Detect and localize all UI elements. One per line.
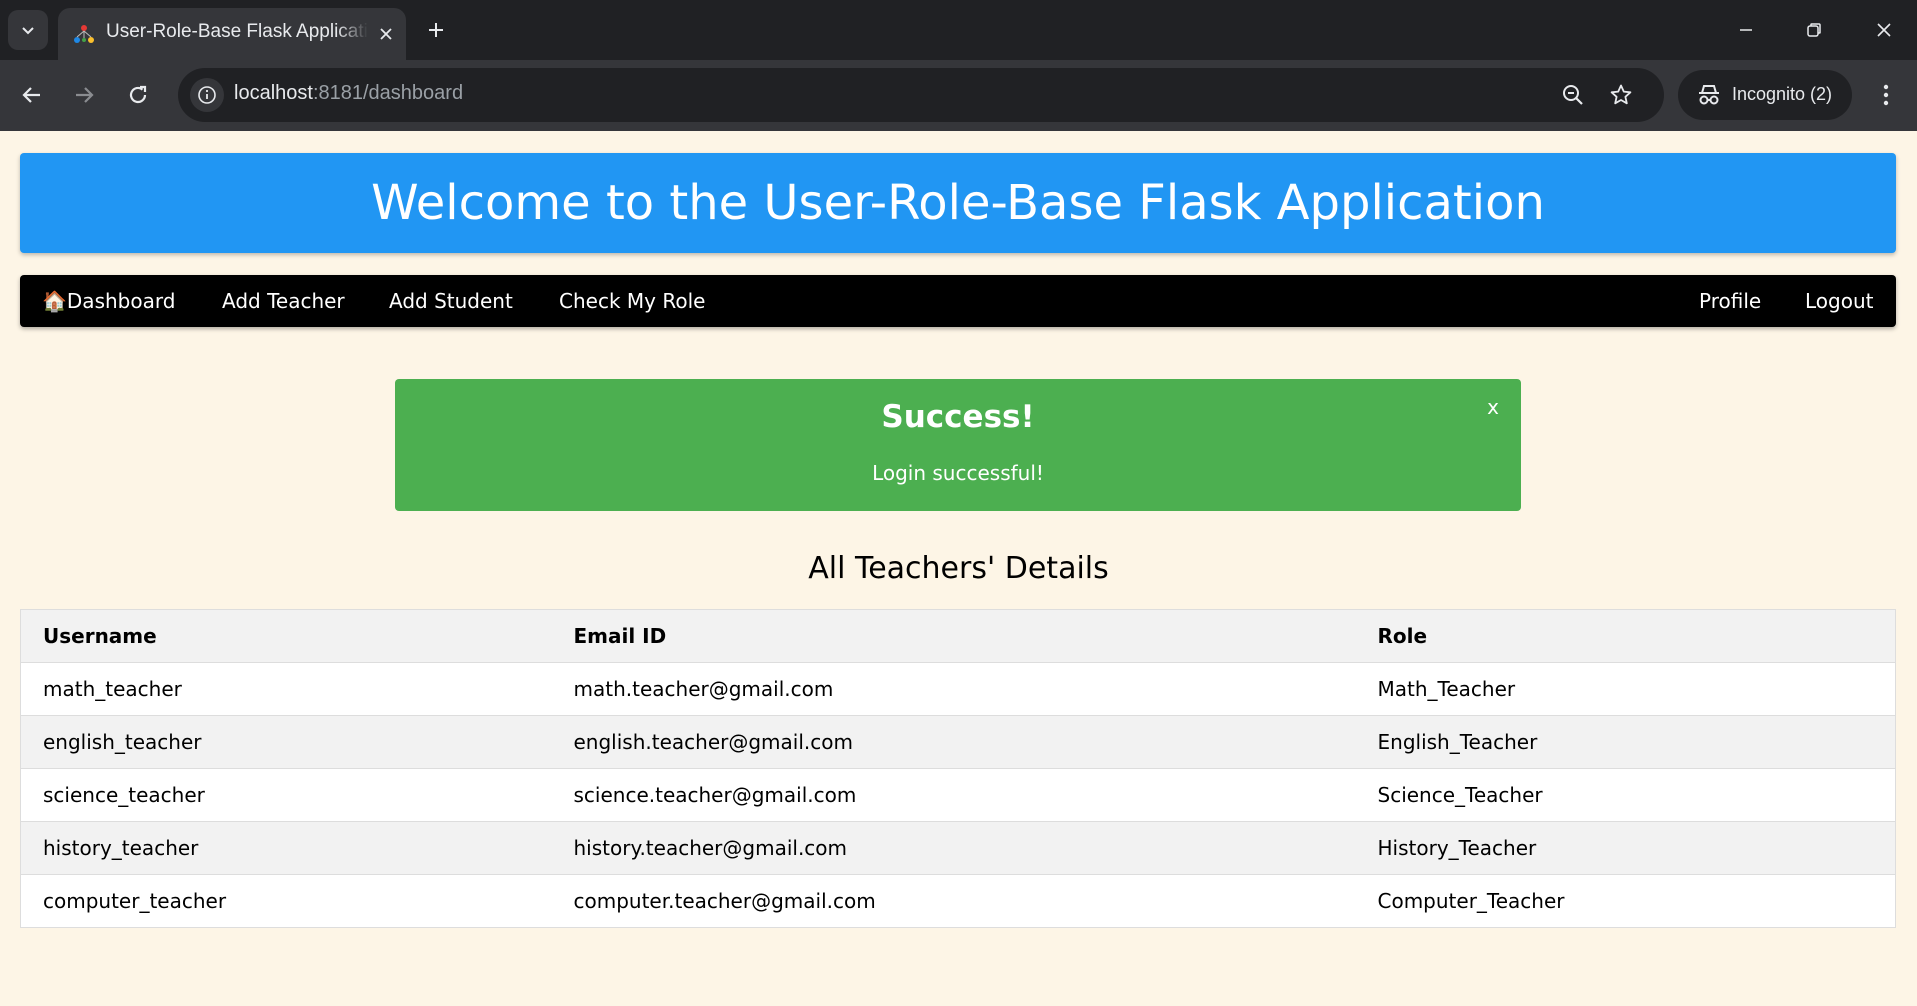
- cell-role: Science_Teacher: [1355, 768, 1896, 822]
- table-row: english_teacher english.teacher@gmail.co…: [20, 715, 1896, 769]
- minimize-button[interactable]: [1718, 8, 1774, 52]
- tab-search-button[interactable]: [8, 10, 48, 50]
- url-text[interactable]: localhost:8181/dashboard: [234, 82, 463, 105]
- nav-check-my-role[interactable]: Check My Role: [559, 289, 705, 313]
- nav-logout[interactable]: Logout: [1805, 289, 1873, 313]
- nav-profile[interactable]: Profile: [1699, 289, 1761, 313]
- close-icon: [380, 28, 392, 40]
- cell-username: science_teacher: [20, 768, 552, 822]
- page-header: Welcome to the User-Role-Base Flask Appl…: [20, 153, 1896, 253]
- page-content: Welcome to the User-Role-Base Flask Appl…: [0, 131, 1917, 1006]
- bookmark-button[interactable]: [1606, 80, 1636, 110]
- browser-tab-active[interactable]: User-Role-Base Flask Application: [58, 8, 406, 60]
- reload-button[interactable]: [118, 75, 158, 115]
- star-icon: [1610, 84, 1632, 105]
- table-header-row: Username Email ID Role: [20, 609, 1896, 663]
- teachers-table: Username Email ID Role math_teacher math…: [20, 609, 1896, 928]
- arrow-left-icon: [22, 87, 40, 103]
- close-icon: [1877, 23, 1891, 37]
- minimize-icon: [1740, 29, 1752, 31]
- alert-close-button[interactable]: x: [1481, 395, 1505, 423]
- restore-icon: [1807, 23, 1821, 37]
- incognito-label: Incognito (2): [1732, 84, 1833, 104]
- page-title: Welcome to the User-Role-Base Flask Appl…: [371, 175, 1545, 231]
- info-icon: [198, 86, 216, 104]
- arrow-right-icon: [76, 87, 94, 103]
- table-row: science_teacher science.teacher@gmail.co…: [20, 768, 1896, 822]
- home-icon: 🏠: [42, 289, 67, 313]
- address-bar[interactable]: localhost:8181/dashboard: [178, 68, 1664, 122]
- cell-username: math_teacher: [20, 662, 552, 716]
- incognito-icon: [1699, 85, 1719, 105]
- back-button[interactable]: [12, 75, 52, 115]
- cell-role: Computer_Teacher: [1355, 874, 1896, 928]
- more-vert-icon: [1883, 84, 1889, 106]
- alert-message: Login successful!: [872, 461, 1044, 485]
- browser-tabstrip: User-Role-Base Flask Application: [0, 0, 1917, 60]
- cell-role: English_Teacher: [1355, 715, 1896, 769]
- alert-title: Success!: [881, 399, 1035, 435]
- column-header-username[interactable]: Username: [20, 609, 552, 663]
- new-tab-button[interactable]: [420, 14, 452, 46]
- cell-role: History_Teacher: [1355, 821, 1896, 875]
- tab-close-button[interactable]: [374, 22, 398, 46]
- nav-dashboard-label: Dashboard: [66, 289, 176, 313]
- table-row: math_teacher math.teacher@gmail.com Math…: [20, 662, 1896, 716]
- cell-email: science.teacher@gmail.com: [551, 768, 1356, 822]
- site-info-button[interactable]: [190, 78, 224, 112]
- tab-title: User-Role-Base Flask Application: [106, 21, 368, 42]
- cell-username: english_teacher: [20, 715, 552, 769]
- chevron-down-icon: [22, 27, 34, 35]
- browser-menu-button[interactable]: [1866, 75, 1906, 115]
- nav-add-student[interactable]: Add Student: [389, 289, 513, 313]
- cell-username: computer_teacher: [20, 874, 552, 928]
- close-window-button[interactable]: [1856, 8, 1912, 52]
- cell-email: history.teacher@gmail.com: [551, 821, 1356, 875]
- reload-icon: [129, 85, 147, 104]
- browser-toolbar: localhost:8181/dashboard Incognito (2): [0, 60, 1917, 131]
- column-header-email[interactable]: Email ID: [551, 609, 1356, 663]
- restore-button[interactable]: [1786, 8, 1842, 52]
- nav-add-teacher[interactable]: Add Teacher: [222, 289, 345, 313]
- teachers-section-title: All Teachers' Details: [808, 551, 1109, 586]
- plus-icon: [429, 23, 443, 37]
- cell-email: math.teacher@gmail.com: [551, 662, 1356, 716]
- main-navbar: 🏠Dashboard Add Teacher Add Student Check…: [20, 275, 1896, 327]
- success-alert: Success! Login successful! x: [395, 379, 1521, 511]
- zoom-out-icon: [1563, 85, 1583, 105]
- app-favicon-icon: [74, 25, 94, 43]
- table-row: computer_teacher computer.teacher@gmail.…: [20, 874, 1896, 928]
- cell-role: Math_Teacher: [1355, 662, 1896, 716]
- incognito-button[interactable]: Incognito (2): [1678, 70, 1852, 120]
- zoom-button[interactable]: [1558, 80, 1588, 110]
- cell-username: history_teacher: [20, 821, 552, 875]
- column-header-role[interactable]: Role: [1355, 609, 1896, 663]
- forward-button[interactable]: [64, 75, 104, 115]
- url-host: localhost: [234, 82, 313, 104]
- nav-dashboard[interactable]: 🏠Dashboard: [42, 289, 175, 313]
- table-row: history_teacher history.teacher@gmail.co…: [20, 821, 1896, 875]
- url-path: :8181/dashboard: [312, 82, 464, 104]
- cell-email: english.teacher@gmail.com: [551, 715, 1356, 769]
- cell-email: computer.teacher@gmail.com: [551, 874, 1356, 928]
